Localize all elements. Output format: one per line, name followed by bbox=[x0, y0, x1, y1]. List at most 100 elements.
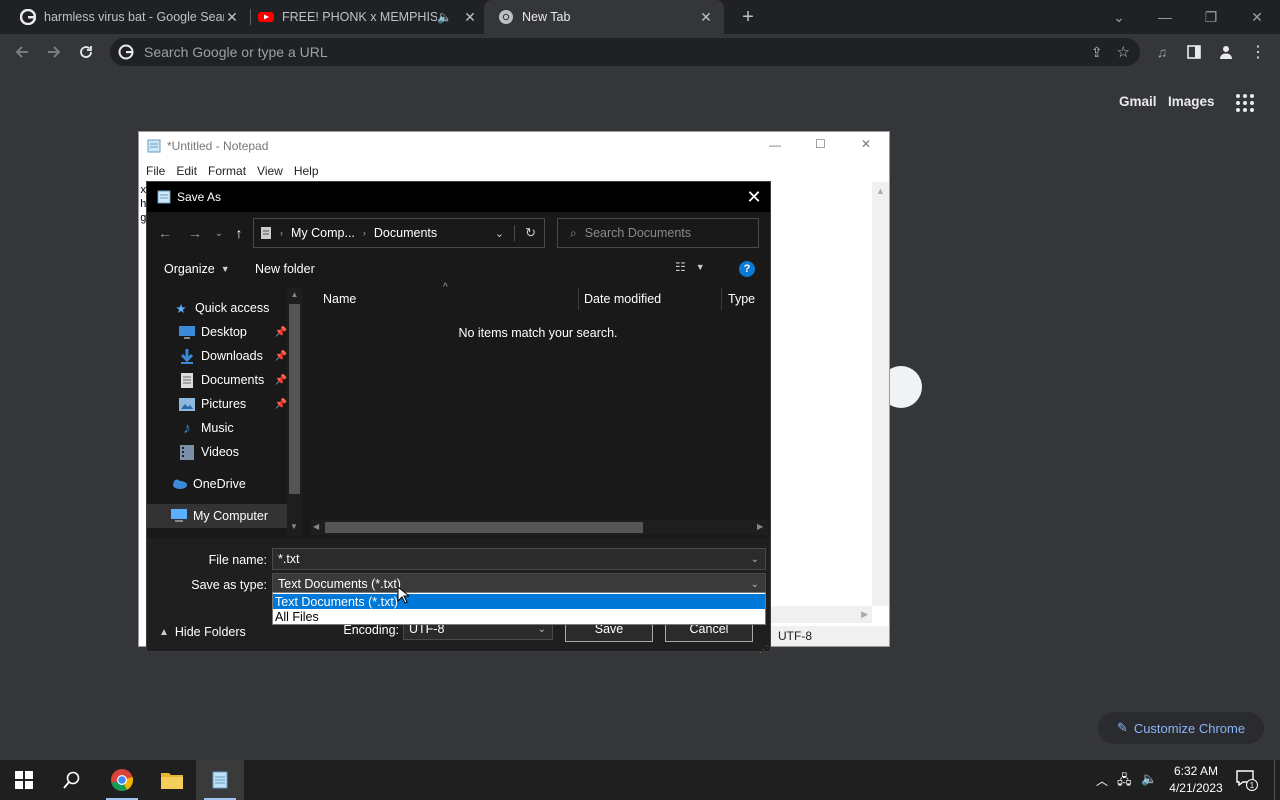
address-bar[interactable]: › My Comp... › Documents ⌄ ↻ bbox=[253, 218, 545, 248]
nav-my-computer[interactable]: My Computer bbox=[147, 504, 287, 528]
back-arrow-icon[interactable]: ← bbox=[153, 220, 177, 246]
profile-icon[interactable] bbox=[1212, 34, 1240, 70]
nav-quick-access[interactable]: ★ Quick access bbox=[147, 296, 287, 320]
nav-downloads[interactable]: Downloads 📌 bbox=[147, 344, 287, 368]
nav-pictures[interactable]: Pictures 📌 bbox=[147, 392, 287, 416]
nav-pane-scrollbar[interactable]: ▲ ▼ bbox=[287, 288, 302, 536]
column-type[interactable]: Type bbox=[728, 288, 755, 310]
file-name-input[interactable]: *.txt ⌄ bbox=[272, 548, 766, 570]
breadcrumb-my-computer[interactable]: My Comp... bbox=[291, 226, 355, 240]
side-panel-icon[interactable] bbox=[1180, 34, 1208, 70]
notepad-close-icon[interactable]: ✕ bbox=[861, 137, 871, 151]
view-options-button[interactable]: ☷ ▼ bbox=[675, 260, 705, 274]
new-tab-plus-icon[interactable]: + bbox=[736, 5, 760, 29]
action-center-button[interactable]: 1 bbox=[1236, 770, 1258, 791]
file-list-horizontal-scrollbar[interactable]: ◀ ▶ bbox=[311, 520, 769, 535]
breadcrumb-documents[interactable]: Documents bbox=[374, 226, 437, 240]
tab-google-search[interactable]: harmless virus bat - Google Sear ✕ bbox=[0, 0, 250, 34]
notepad-minimize-icon[interactable]: — bbox=[769, 138, 781, 152]
pin-icon: 📌 bbox=[274, 398, 287, 410]
new-folder-button[interactable]: New folder bbox=[255, 262, 315, 276]
type-option-text-documents[interactable]: Text Documents (*.txt) bbox=[273, 594, 765, 609]
images-link[interactable]: Images bbox=[1168, 94, 1215, 109]
taskbar-chrome[interactable] bbox=[98, 760, 146, 800]
column-date-modified[interactable]: Date modified bbox=[584, 288, 661, 310]
restore-icon[interactable]: ❐ bbox=[1188, 0, 1234, 34]
tab-search-chevron-icon[interactable]: ⌄ bbox=[1096, 0, 1142, 34]
nav-label: My Computer bbox=[193, 509, 269, 523]
dropdown-chevron-icon[interactable]: ⌄ bbox=[751, 579, 759, 590]
customize-chrome-button[interactable]: ✎ Customize Chrome bbox=[1098, 712, 1264, 744]
nav-documents[interactable]: Documents 📌 bbox=[147, 368, 287, 392]
address-dropdown-icon[interactable]: ⌄ bbox=[495, 227, 504, 240]
nav-desktop[interactable]: Desktop 📌 bbox=[147, 320, 287, 344]
speaker-icon[interactable]: 🔈 bbox=[437, 10, 452, 24]
pin-icon: 📌 bbox=[274, 326, 287, 338]
menu-edit[interactable]: Edit bbox=[176, 164, 197, 178]
omnibox[interactable]: ⇪ ☆ bbox=[110, 38, 1140, 66]
forward-arrow-icon[interactable] bbox=[40, 34, 68, 70]
minimize-icon[interactable]: — bbox=[1142, 0, 1188, 34]
scroll-up-icon[interactable]: ▲ bbox=[287, 290, 302, 299]
windows-logo-icon bbox=[15, 771, 33, 789]
apps-grid-icon[interactable] bbox=[1234, 92, 1256, 114]
network-icon[interactable]: 🖧 bbox=[1117, 771, 1132, 793]
tab-new-tab[interactable]: New Tab ✕ bbox=[484, 0, 724, 34]
gmail-link[interactable]: Gmail bbox=[1119, 94, 1157, 109]
breadcrumb-separator-icon: › bbox=[280, 228, 283, 238]
scroll-right-icon[interactable]: ▶ bbox=[769, 609, 872, 620]
hide-folders-button[interactable]: ▲ Hide Folders bbox=[159, 625, 246, 639]
bookmark-star-icon[interactable]: ☆ bbox=[1117, 43, 1130, 61]
taskbar-file-explorer[interactable] bbox=[148, 760, 196, 800]
nav-onedrive[interactable]: OneDrive bbox=[147, 472, 287, 496]
scrollbar-thumb[interactable] bbox=[325, 522, 643, 533]
up-arrow-icon[interactable]: ↑ bbox=[227, 220, 251, 246]
kebab-menu-icon[interactable]: ⋮ bbox=[1244, 34, 1272, 70]
back-arrow-icon[interactable] bbox=[8, 34, 36, 70]
help-icon[interactable]: ? bbox=[739, 261, 755, 277]
column-name[interactable]: Name bbox=[323, 288, 356, 310]
notepad-maximize-icon[interactable]: ☐ bbox=[815, 137, 826, 151]
show-hidden-icons-chevron-icon[interactable]: ︿ bbox=[1096, 772, 1108, 789]
scroll-up-icon[interactable]: ▲ bbox=[872, 186, 889, 196]
search-documents-input[interactable] bbox=[584, 226, 745, 240]
menu-view[interactable]: View bbox=[257, 164, 283, 178]
volume-icon[interactable]: 🔈 bbox=[1141, 771, 1157, 787]
file-name-value: *.txt bbox=[278, 552, 300, 566]
resize-grip-icon[interactable]: ⋰ bbox=[759, 644, 768, 655]
scroll-left-icon[interactable]: ◀ bbox=[313, 522, 319, 531]
menu-file[interactable]: File bbox=[146, 164, 165, 178]
dropdown-arrow-icon: ▼ bbox=[220, 264, 230, 274]
search-documents-box[interactable]: ⌕ bbox=[557, 218, 759, 248]
type-option-all-files[interactable]: All Files bbox=[273, 609, 765, 624]
refresh-icon[interactable]: ↻ bbox=[514, 225, 536, 241]
nav-videos[interactable]: Videos bbox=[147, 440, 287, 464]
forward-arrow-icon[interactable]: → bbox=[183, 220, 207, 246]
taskbar-notepad[interactable] bbox=[196, 760, 244, 800]
address-input[interactable] bbox=[144, 44, 1091, 60]
dropdown-chevron-icon[interactable]: ⌄ bbox=[751, 554, 759, 565]
menu-help[interactable]: Help bbox=[294, 164, 319, 178]
media-control-icon[interactable]: ♫ bbox=[1148, 34, 1176, 70]
scroll-down-icon[interactable]: ▼ bbox=[290, 522, 298, 531]
start-button[interactable] bbox=[0, 760, 48, 800]
notepad-horizontal-scrollbar[interactable]: ▶ bbox=[769, 606, 872, 623]
close-window-icon[interactable]: ✕ bbox=[1234, 0, 1280, 34]
scroll-right-icon[interactable]: ▶ bbox=[757, 522, 763, 531]
tab-close-icon[interactable]: ✕ bbox=[462, 9, 478, 26]
organize-button[interactable]: Organize ▼ bbox=[164, 262, 230, 276]
tab-youtube[interactable]: FREE! PHONK x MEMPHIS $ 🔈 ✕ bbox=[238, 0, 488, 34]
share-icon[interactable]: ⇪ bbox=[1091, 44, 1103, 61]
show-desktop-button[interactable] bbox=[1274, 760, 1275, 800]
menu-format[interactable]: Format bbox=[208, 164, 246, 178]
tab-close-icon[interactable]: ✕ bbox=[698, 9, 714, 26]
nav-music[interactable]: ♪ Music bbox=[147, 416, 287, 440]
dialog-close-icon[interactable]: ✕ bbox=[739, 182, 769, 212]
system-clock[interactable]: 6:32 AM 4/21/2023 bbox=[1160, 760, 1232, 800]
scrollbar-thumb[interactable] bbox=[289, 304, 300, 494]
dropdown-chevron-icon[interactable]: ⌄ bbox=[538, 624, 546, 635]
search-button[interactable] bbox=[48, 760, 96, 800]
reload-icon[interactable] bbox=[72, 34, 100, 70]
notepad-vertical-scrollbar[interactable]: ▲ bbox=[872, 182, 889, 606]
pin-icon: 📌 bbox=[274, 350, 287, 362]
